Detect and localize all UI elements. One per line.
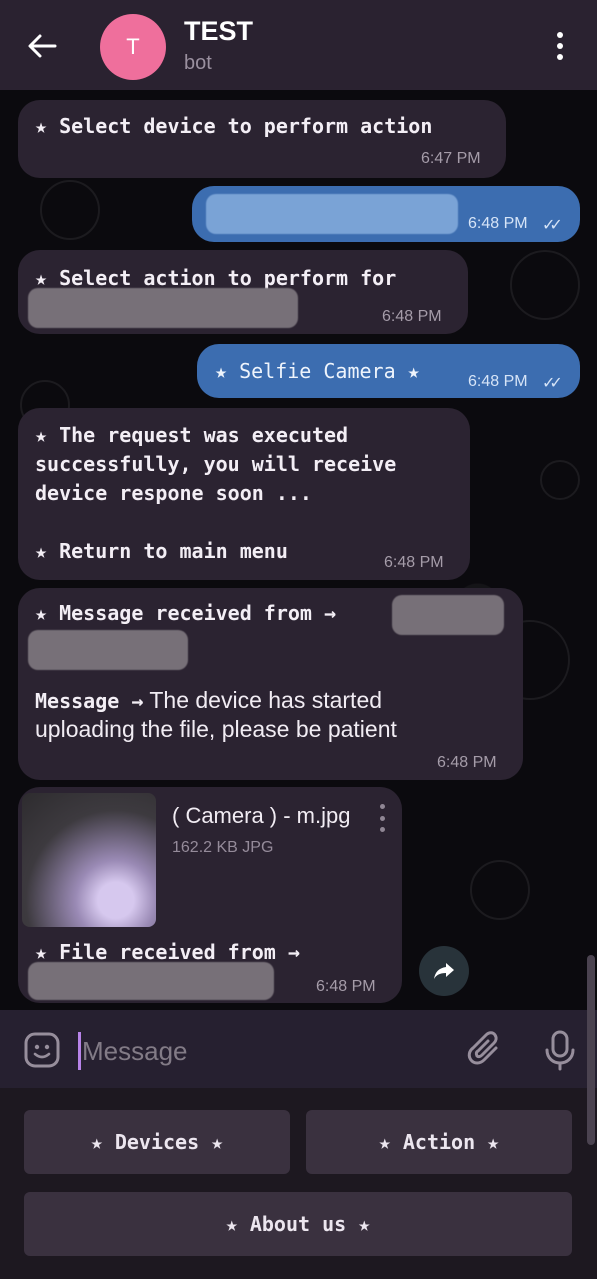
chat-title[interactable]: TEST xyxy=(184,16,253,47)
sticker-icon xyxy=(24,1032,60,1068)
message-time: 6:48 PM xyxy=(468,373,528,390)
avatar[interactable]: T xyxy=(100,14,166,80)
about-us-button[interactable]: ★ About us ★ xyxy=(24,1192,572,1256)
file-options-button[interactable] xyxy=(376,804,388,832)
paperclip-icon xyxy=(467,1031,498,1065)
message-bubble-outgoing[interactable]: ★ Selfie Camera ★ 6:48 PM ✓✓ xyxy=(197,344,580,398)
message-time: 6:48 PM xyxy=(437,754,497,771)
microphone-button[interactable] xyxy=(540,1028,580,1072)
message-bubble-incoming[interactable]: ★ The request was executed successfully,… xyxy=(18,408,470,580)
message-body: uploading the file, please be patient xyxy=(35,716,397,742)
redacted-text xyxy=(392,595,504,635)
message-input[interactable] xyxy=(82,1030,442,1072)
sticker-button[interactable] xyxy=(22,1030,62,1070)
message-label: Message → xyxy=(35,689,144,713)
message-time: 6:48 PM xyxy=(384,554,444,571)
more-vertical-icon xyxy=(557,32,563,38)
redacted-text xyxy=(28,962,274,1000)
message-header: ★ Message received from → xyxy=(35,601,337,625)
microphone-icon xyxy=(545,1030,575,1071)
message-bubble-incoming[interactable]: ★ Select device to perform action 6:47 P… xyxy=(18,100,506,178)
message-line: device respone soon ... xyxy=(35,481,312,505)
back-button[interactable] xyxy=(22,26,62,66)
forward-icon xyxy=(434,963,454,979)
image-thumbnail[interactable] xyxy=(22,793,156,927)
text-cursor xyxy=(78,1032,81,1070)
message-bubble-incoming[interactable]: ★ Select action to perform for 6:48 PM xyxy=(18,250,468,334)
message-line: successfully, you will receive xyxy=(35,452,397,476)
chat-header: T TEST bot xyxy=(0,0,597,90)
redacted-text xyxy=(28,288,298,328)
arrow-left-icon xyxy=(28,34,57,58)
read-checkmarks-icon: ✓✓ xyxy=(542,375,563,392)
message-text: ★ Select device to perform action xyxy=(35,114,433,138)
message-bubble-outgoing[interactable]: 6:48 PM ✓✓ xyxy=(192,186,580,242)
message-time: 6:48 PM xyxy=(468,215,528,232)
scrollbar[interactable] xyxy=(587,955,595,1145)
action-button[interactable]: ★ Action ★ xyxy=(306,1110,572,1174)
file-name: ( Camera ) - m.jpg xyxy=(172,803,351,828)
message-time: 6:47 PM xyxy=(421,150,481,167)
message-time: 6:48 PM xyxy=(382,308,442,325)
more-options-button[interactable] xyxy=(548,26,572,66)
redacted-text xyxy=(206,194,458,234)
read-checkmarks-icon: ✓✓ xyxy=(542,217,563,234)
more-vertical-icon xyxy=(379,804,385,809)
message-time: 6:48 PM xyxy=(316,978,376,995)
message-line: ★ The request was executed xyxy=(35,423,349,447)
redacted-text xyxy=(28,630,188,670)
chat-subtitle: bot xyxy=(184,52,212,74)
message-body: The device has started xyxy=(143,687,383,713)
file-meta: 162.2 KB JPG xyxy=(172,839,274,856)
devices-button[interactable]: ★ Devices ★ xyxy=(24,1110,290,1174)
forward-button[interactable] xyxy=(419,946,469,996)
message-bubble-incoming[interactable]: ★ Message received from → Message → The … xyxy=(18,588,523,780)
message-line: ★ Return to main menu xyxy=(35,539,288,563)
message-text: ★ Selfie Camera ★ xyxy=(215,359,420,383)
attach-button[interactable] xyxy=(466,1030,506,1070)
